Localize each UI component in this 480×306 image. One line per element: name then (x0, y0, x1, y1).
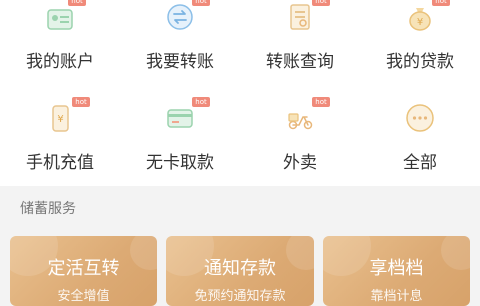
hot-badge: hot (68, 0, 86, 6)
grid-item-all[interactable]: 全部 (360, 95, 480, 185)
cardless-withdraw-icon (167, 109, 193, 128)
grid-item-label: 我的贷款 (386, 52, 454, 72)
account-card-icon (47, 9, 73, 30)
grid-item-label: 手机充值 (26, 153, 94, 173)
grid-item-cardless-withdraw[interactable]: hot 无卡取款 (120, 95, 240, 185)
savings-card-tiered-interest[interactable]: 享档档 靠档计息 (323, 236, 470, 306)
quick-service-grid: hot 我的账户 hot 我要转账 hot 转账查询 ¥ hot 我的贷款 ¥ … (0, 0, 480, 186)
grid-item-label: 转账查询 (266, 52, 334, 72)
hot-badge: hot (192, 0, 210, 6)
section-title: 储蓄服务 (20, 201, 76, 217)
more-dots-icon (406, 104, 434, 132)
card-title: 享档档 (369, 258, 424, 279)
grid-item-label: 我要转账 (146, 52, 214, 72)
svg-text:¥: ¥ (57, 114, 63, 125)
hot-badge: hot (312, 97, 330, 107)
card-subtitle: 安全增值 (57, 289, 110, 304)
grid-item-label: 外卖 (283, 153, 317, 173)
savings-card-notice-deposit[interactable]: 通知存款 免预约通知存款 (166, 236, 314, 306)
phone-recharge-icon: ¥ (52, 105, 69, 132)
hot-badge: hot (72, 97, 90, 107)
card-subtitle: 免预约通知存款 (194, 289, 286, 304)
grid-item-transfer[interactable]: hot 我要转账 (120, 0, 240, 90)
card-subtitle: 靠档计息 (370, 289, 423, 304)
transfer-icon (167, 4, 193, 30)
grid-item-transfer-query[interactable]: hot 转账查询 (240, 0, 360, 90)
hot-badge: hot (432, 0, 450, 6)
loan-money-bag-icon: ¥ (409, 8, 431, 31)
grid-item-my-loan[interactable]: ¥ hot 我的贷款 (360, 0, 480, 90)
grid-item-label: 无卡取款 (146, 153, 214, 173)
savings-card-flexible-transfer[interactable]: 定活互转 安全增值 (10, 236, 157, 306)
grid-item-label: 我的账户 (26, 52, 94, 72)
card-title: 定活互转 (47, 258, 120, 279)
hot-badge: hot (192, 97, 210, 107)
delivery-scooter-icon (288, 113, 313, 130)
svg-text:¥: ¥ (417, 17, 423, 28)
grid-item-delivery[interactable]: hot 外卖 (240, 95, 360, 185)
grid-item-phone-recharge[interactable]: ¥ hot 手机充值 (0, 95, 120, 185)
transfer-query-icon (290, 4, 310, 30)
grid-item-label: 全部 (403, 153, 437, 173)
hot-badge: hot (312, 0, 330, 6)
card-title: 通知存款 (204, 258, 276, 279)
grid-item-my-account[interactable]: hot 我的账户 (0, 0, 120, 90)
